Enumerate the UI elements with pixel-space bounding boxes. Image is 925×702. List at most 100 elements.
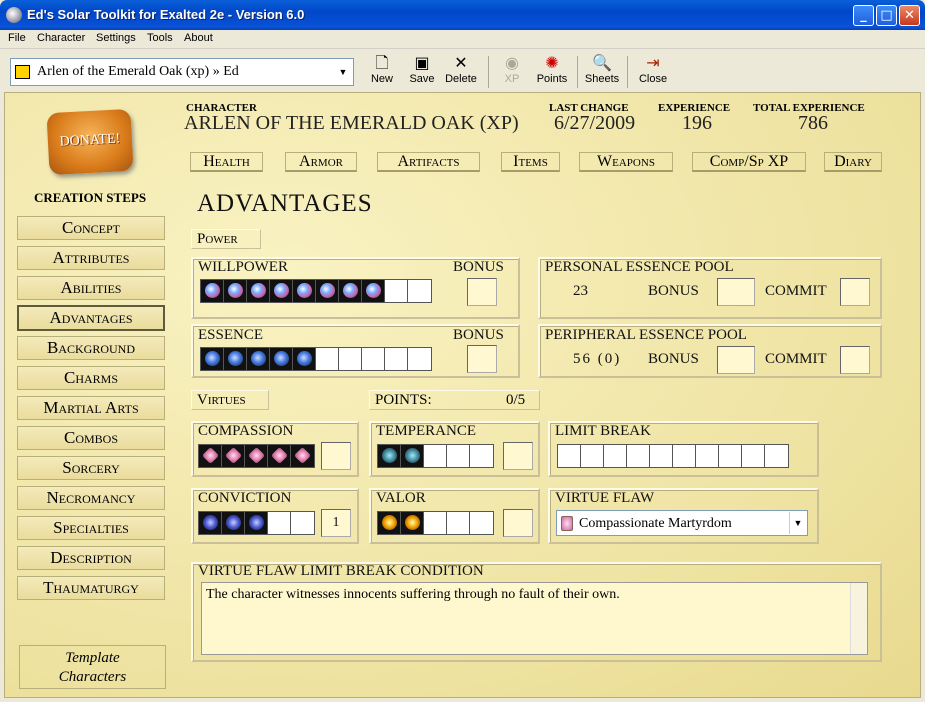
filled-dot[interactable]	[339, 280, 362, 302]
conviction-bonus-field[interactable]: 1	[321, 509, 351, 537]
willpower-dots[interactable]	[200, 279, 432, 303]
close-window-button[interactable]: ✕	[899, 5, 920, 26]
filled-dot[interactable]	[270, 348, 293, 370]
empty-dot[interactable]	[447, 512, 470, 534]
filled-dot[interactable]	[245, 445, 268, 467]
step-charms[interactable]: Charms	[17, 366, 165, 390]
limit-break-track[interactable]	[557, 444, 789, 468]
filled-dot[interactable]	[362, 280, 385, 302]
filled-dot[interactable]	[222, 512, 245, 534]
tab-diary[interactable]: Diary	[824, 152, 882, 172]
delete-button[interactable]: ✕ Delete	[442, 53, 480, 91]
empty-dot[interactable]	[604, 445, 627, 467]
step-attributes[interactable]: Attributes	[17, 246, 165, 270]
empty-dot[interactable]	[268, 512, 291, 534]
filled-dot[interactable]	[201, 348, 224, 370]
template-characters-button[interactable]: Template Characters	[19, 645, 166, 689]
empty-dot[interactable]	[362, 348, 385, 370]
filled-dot[interactable]	[293, 280, 316, 302]
donate-button[interactable]: DONATE!	[46, 108, 134, 176]
points-button[interactable]: ✺ Points	[533, 53, 571, 91]
tab-weapons[interactable]: Weapons	[579, 152, 673, 172]
peripheral-commit-field[interactable]	[840, 346, 870, 374]
compassion-dots[interactable]	[198, 444, 315, 468]
empty-dot[interactable]	[627, 445, 650, 467]
step-thaumaturgy[interactable]: Thaumaturgy	[17, 576, 165, 600]
peripheral-bonus-field[interactable]	[717, 346, 755, 374]
empty-dot[interactable]	[385, 280, 408, 302]
filled-dot[interactable]	[247, 280, 270, 302]
empty-dot[interactable]	[558, 445, 581, 467]
menu-character[interactable]: Character	[34, 31, 88, 45]
filled-dot[interactable]	[401, 445, 424, 467]
empty-dot[interactable]	[339, 348, 362, 370]
filled-dot[interactable]	[222, 445, 245, 467]
xp-button[interactable]: ◉ XP	[497, 53, 527, 91]
empty-dot[interactable]	[385, 348, 408, 370]
empty-dot[interactable]	[696, 445, 719, 467]
filled-dot[interactable]	[247, 348, 270, 370]
empty-dot[interactable]	[742, 445, 765, 467]
filled-dot[interactable]	[268, 445, 291, 467]
empty-dot[interactable]	[424, 512, 447, 534]
character-select[interactable]: Arlen of the Emerald Oak (xp) » Ed ▼	[10, 58, 354, 86]
tab-armor[interactable]: Armor	[285, 152, 357, 172]
menu-settings[interactable]: Settings	[93, 31, 139, 45]
filled-dot[interactable]	[378, 512, 401, 534]
step-martial-arts[interactable]: Martial Arts	[17, 396, 165, 420]
temperance-dots[interactable]	[377, 444, 494, 468]
step-description[interactable]: Description	[17, 546, 165, 570]
empty-dot[interactable]	[408, 280, 431, 302]
filled-dot[interactable]	[270, 280, 293, 302]
filled-dot[interactable]	[201, 280, 224, 302]
tab-comp-sp-xp[interactable]: Comp/Sp XP	[692, 152, 806, 172]
save-button[interactable]: ▣ Save	[405, 53, 439, 91]
filled-dot[interactable]	[224, 348, 247, 370]
step-advantages[interactable]: Advantages	[17, 305, 165, 331]
willpower-bonus-field[interactable]	[467, 278, 497, 306]
menu-file[interactable]: File	[5, 31, 29, 45]
virtue-flaw-select[interactable]: Compassionate Martyrdom ▼	[556, 510, 808, 536]
step-background[interactable]: Background	[17, 336, 165, 360]
filled-dot[interactable]	[199, 445, 222, 467]
empty-dot[interactable]	[581, 445, 604, 467]
chevron-down-icon[interactable]: ▼	[789, 512, 806, 534]
empty-dot[interactable]	[470, 512, 493, 534]
essence-dots[interactable]	[200, 347, 432, 371]
close-button[interactable]: ⇥ Close	[636, 53, 670, 91]
filled-dot[interactable]	[401, 512, 424, 534]
filled-dot[interactable]	[291, 445, 314, 467]
flaw-condition-textarea[interactable]: The character witnesses innocents suffer…	[201, 582, 868, 655]
minimize-button[interactable]: _	[853, 5, 874, 26]
step-sorcery[interactable]: Sorcery	[17, 456, 165, 480]
empty-dot[interactable]	[470, 445, 493, 467]
step-abilities[interactable]: Abilities	[17, 276, 165, 300]
compassion-bonus-field[interactable]	[321, 442, 351, 470]
personal-bonus-field[interactable]	[717, 278, 755, 306]
tab-health[interactable]: Health	[190, 152, 263, 172]
conviction-dots[interactable]	[198, 511, 315, 535]
sheets-button[interactable]: 🔍 Sheets	[583, 53, 621, 91]
empty-dot[interactable]	[650, 445, 673, 467]
essence-bonus-field[interactable]	[467, 345, 497, 373]
textarea-scrollbar[interactable]	[850, 583, 867, 654]
empty-dot[interactable]	[408, 348, 431, 370]
empty-dot[interactable]	[424, 445, 447, 467]
maximize-button[interactable]: □	[876, 5, 897, 26]
empty-dot[interactable]	[765, 445, 788, 467]
filled-dot[interactable]	[224, 280, 247, 302]
empty-dot[interactable]	[447, 445, 470, 467]
step-necromancy[interactable]: Necromancy	[17, 486, 165, 510]
empty-dot[interactable]	[719, 445, 742, 467]
filled-dot[interactable]	[378, 445, 401, 467]
filled-dot[interactable]	[293, 348, 316, 370]
step-specialties[interactable]: Specialties	[17, 516, 165, 540]
temperance-bonus-field[interactable]	[503, 442, 533, 470]
filled-dot[interactable]	[316, 280, 339, 302]
step-combos[interactable]: Combos	[17, 426, 165, 450]
filled-dot[interactable]	[199, 512, 222, 534]
valor-dots[interactable]	[377, 511, 494, 535]
menu-tools[interactable]: Tools	[144, 31, 176, 45]
tab-items[interactable]: Items	[501, 152, 560, 172]
personal-commit-field[interactable]	[840, 278, 870, 306]
